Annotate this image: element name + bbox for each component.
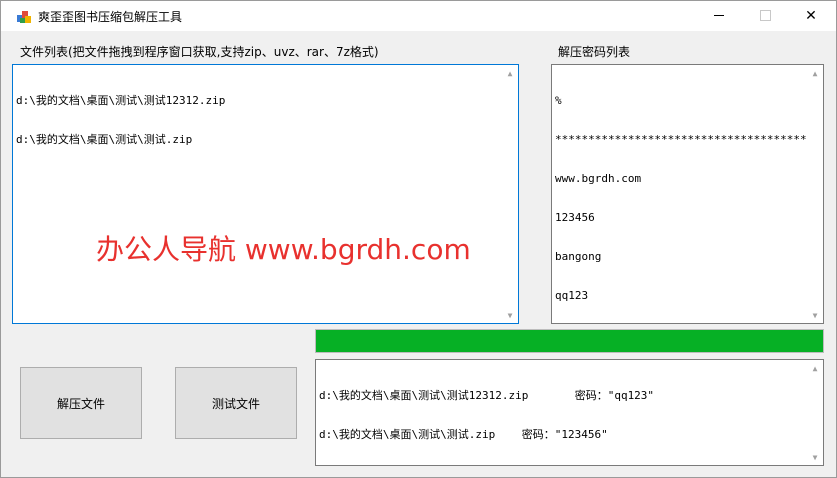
- password-item[interactable]: 123456: [555, 211, 807, 224]
- password-item[interactable]: qq123: [555, 289, 807, 302]
- password-list-label: 解压密码列表: [558, 45, 631, 59]
- extract-files-button[interactable]: 解压文件: [20, 367, 142, 439]
- minimize-icon: [714, 15, 724, 16]
- close-button[interactable]: ✕: [788, 0, 834, 31]
- maximize-button: [742, 0, 788, 31]
- password-item[interactable]: ****************************************: [555, 133, 807, 146]
- scroll-up-arrow-icon[interactable]: ▲: [807, 66, 823, 80]
- watermark-text: 办公人导航 www.bgrdh.com: [96, 233, 471, 266]
- scroll-up-arrow-icon[interactable]: ▲: [807, 361, 823, 375]
- result-line[interactable]: d:\我的文档\桌面\测试\测试12312.zip 密码："qq123": [319, 389, 654, 402]
- scroll-up-arrow-icon[interactable]: ▲: [502, 66, 518, 80]
- password-item[interactable]: www.bgrdh.com: [555, 172, 807, 185]
- scroll-down-arrow-icon[interactable]: ▼: [807, 450, 823, 464]
- file-list-scrollbar[interactable]: ▲ ▼: [502, 65, 518, 323]
- scroll-down-arrow-icon[interactable]: ▼: [502, 308, 518, 322]
- maximize-icon: [759, 10, 771, 21]
- result-line[interactable]: d:\我的文档\桌面\测试\测试.zip 密码："123456": [319, 428, 654, 441]
- password-item[interactable]: bangong: [555, 250, 807, 263]
- password-list-box[interactable]: % **************************************…: [551, 64, 824, 324]
- password-list-scrollbar[interactable]: ▲ ▼: [807, 65, 823, 323]
- window-title: 爽歪歪图书压缩包解压工具: [38, 10, 183, 24]
- file-list-item[interactable]: d:\我的文档\桌面\测试\测试12312.zip: [16, 94, 225, 107]
- results-scrollbar[interactable]: ▲ ▼: [807, 360, 823, 465]
- app-icon: [17, 11, 31, 23]
- file-list-item[interactable]: d:\我的文档\桌面\测试\测试.zip: [16, 133, 225, 146]
- scroll-down-arrow-icon[interactable]: ▼: [807, 308, 823, 322]
- close-icon: ✕: [805, 7, 817, 24]
- password-item[interactable]: %: [555, 94, 807, 107]
- progress-bar: [315, 329, 824, 353]
- progress-fill: [316, 330, 823, 352]
- title-bar[interactable]: 爽歪歪图书压缩包解压工具 ✕: [0, 0, 837, 31]
- file-list-box[interactable]: d:\我的文档\桌面\测试\测试12312.zip d:\我的文档\桌面\测试\…: [12, 64, 519, 324]
- minimize-button[interactable]: [696, 0, 742, 31]
- results-box[interactable]: d:\我的文档\桌面\测试\测试12312.zip 密码："qq123" d:\…: [315, 359, 824, 466]
- test-files-button[interactable]: 测试文件: [175, 367, 297, 439]
- file-list-label: 文件列表(把文件拖拽到程序窗口获取,支持zip、uvz、rar、7z格式): [20, 45, 379, 59]
